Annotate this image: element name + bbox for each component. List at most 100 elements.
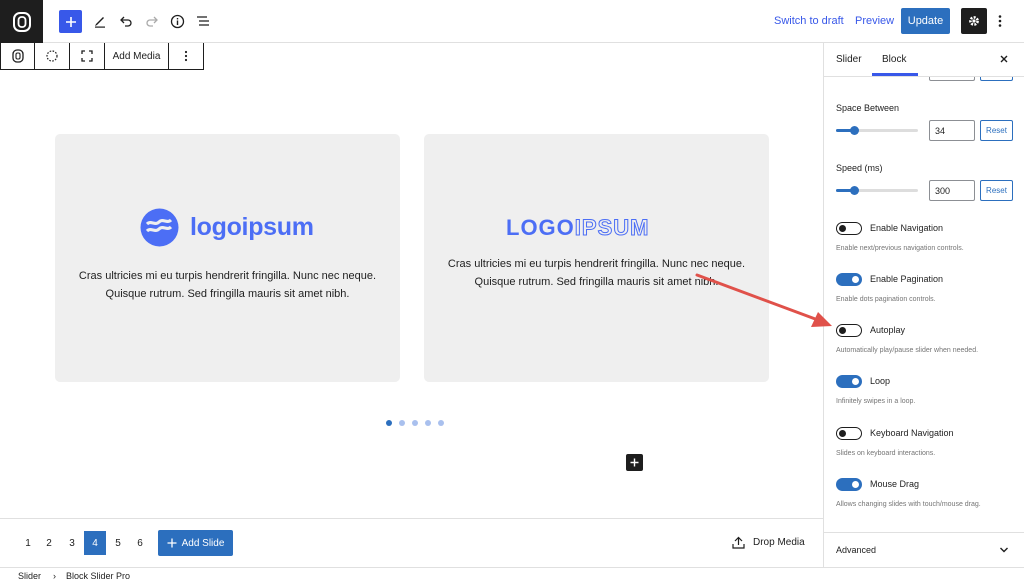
slide-page-1[interactable]: 1 (17, 531, 39, 555)
breadcrumb-item[interactable]: Slider (18, 571, 41, 581)
active-tab-indicator (872, 73, 918, 76)
logo-text-light: IPSUM (574, 215, 650, 241)
keyboard-navigation-label: Keyboard Navigation (870, 428, 954, 438)
mouse-drag-toggle[interactable] (836, 478, 862, 491)
drop-media-button[interactable]: Drop Media (732, 536, 805, 549)
slider-thumb[interactable] (850, 126, 859, 135)
upload-icon (732, 536, 745, 549)
more-vertical-icon (998, 15, 1002, 27)
speed-reset-button[interactable]: Reset (980, 180, 1013, 201)
space-between-label: Space Between (836, 103, 900, 113)
block-toolbar: Add Media (0, 43, 204, 70)
loop-label: Loop (870, 376, 891, 386)
fullscreen-button[interactable] (70, 43, 105, 69)
slide-page-6[interactable]: 6 (129, 531, 151, 555)
space-between-input[interactable]: 34 (929, 120, 975, 141)
options-button[interactable] (988, 9, 1012, 33)
add-block-button[interactable] (59, 10, 82, 33)
sidebar-tabs: Slider Block (824, 43, 1024, 77)
pagination-dot[interactable] (399, 420, 405, 426)
space-between-reset-button[interactable]: Reset (980, 120, 1013, 141)
slider-pagination-dots (386, 420, 451, 426)
slide-page-3[interactable]: 3 (61, 531, 83, 555)
add-slide-button[interactable]: Add Slide (158, 530, 233, 556)
slide-page-5[interactable]: 5 (107, 531, 129, 555)
block-type-button[interactable] (1, 43, 35, 69)
logo-text-dark: LOGO (506, 215, 575, 240)
add-block-inline-button[interactable] (626, 454, 643, 471)
enable-navigation-help: Enable next/previous navigation controls… (836, 245, 964, 252)
circle-button[interactable] (35, 43, 70, 69)
slide-page-2[interactable]: 2 (38, 531, 60, 555)
breadcrumb-item[interactable]: Block Slider Pro (66, 571, 130, 581)
preview-link[interactable]: Preview (855, 15, 894, 27)
undo-icon (120, 16, 132, 27)
slide-page-4[interactable]: 4 (84, 531, 106, 555)
wordpress-logo-icon[interactable] (0, 0, 43, 43)
advanced-label: Advanced (836, 545, 877, 555)
enable-pagination-toggle[interactable] (836, 273, 862, 286)
add-slide-label: Add Slide (181, 537, 225, 549)
advanced-panel-toggle[interactable]: Advanced (824, 532, 1024, 567)
plus-icon (167, 538, 177, 548)
slide-navigation-bar: 1 2 3 4 5 6 Add Slide Drop Media (0, 518, 824, 567)
slide-card[interactable]: LOGOIPSUM Cras ultricies mi eu turpis he… (424, 134, 769, 382)
switch-to-draft-link[interactable]: Switch to draft (774, 15, 844, 27)
slide-logo: LOGOIPSUM (506, 215, 649, 241)
slide-text-line1: Cras ultricies mi eu turpis hendrerit fr… (447, 258, 746, 270)
add-media-button[interactable]: Add Media (105, 43, 169, 69)
mouse-drag-help: Allows changing slides with touch/mouse … (836, 501, 981, 508)
details-button[interactable] (165, 9, 189, 33)
slider-block-icon (11, 49, 24, 63)
logo-text: logoipsum (190, 213, 314, 241)
autoplay-toggle[interactable] (836, 324, 862, 337)
tools-button[interactable] (88, 9, 112, 33)
slide-text-line2: Quisque rutrum. Sed fringilla mauris sit… (105, 288, 350, 300)
loop-help: Infinitely swipes in a loop. (836, 398, 916, 405)
list-view-icon (197, 16, 209, 26)
pagination-dot[interactable] (438, 420, 444, 426)
pagination-dot[interactable] (386, 420, 392, 426)
info-icon (170, 14, 184, 28)
tab-block[interactable]: Block (882, 54, 906, 65)
tab-slider[interactable]: Slider (836, 54, 862, 65)
pagination-dot[interactable] (412, 420, 418, 426)
slider-thumb[interactable] (850, 186, 859, 195)
breadcrumb: Slider › Block Slider Pro (0, 567, 1024, 584)
autoplay-help: Automatically play/pause slider when nee… (836, 347, 979, 354)
slide-card[interactable]: logoipsum Cras ultricies mi eu turpis he… (55, 134, 400, 382)
enable-pagination-help: Enable dots pagination controls. (836, 296, 936, 303)
pen-icon (95, 17, 105, 28)
gear-icon (969, 16, 979, 26)
update-button[interactable]: Update (901, 8, 950, 34)
scrolled-input (929, 77, 975, 81)
speed-slider[interactable] (836, 186, 918, 195)
plus-icon (630, 458, 639, 467)
logoipsum-logo-icon (140, 208, 179, 247)
pagination-dot[interactable] (425, 420, 431, 426)
undo-button[interactable] (114, 9, 138, 33)
enable-pagination-label: Enable Pagination (870, 274, 944, 284)
space-between-slider[interactable] (836, 126, 918, 135)
autoplay-label: Autoplay (870, 325, 906, 335)
list-view-button[interactable] (191, 9, 215, 33)
close-sidebar-button[interactable] (998, 52, 1010, 70)
drop-media-label: Drop Media (753, 537, 805, 548)
loop-toggle[interactable] (836, 375, 862, 388)
enable-navigation-label: Enable Navigation (870, 223, 944, 233)
scrolled-reset (980, 77, 1013, 81)
redo-icon (146, 16, 158, 27)
settings-button[interactable] (961, 8, 987, 34)
circle-dashed-icon (46, 50, 58, 62)
keyboard-navigation-toggle[interactable] (836, 427, 862, 440)
keyboard-navigation-help: Slides on keyboard interactions. (836, 450, 936, 457)
plus-icon (65, 16, 76, 27)
enable-navigation-toggle[interactable] (836, 222, 862, 235)
block-options-button[interactable] (169, 43, 203, 69)
fullscreen-icon (81, 50, 93, 62)
redo-button[interactable] (140, 9, 164, 33)
slide-text-line1: Cras ultricies mi eu turpis hendrerit fr… (78, 270, 377, 282)
slide-logo: logoipsum (139, 207, 314, 248)
add-media-label: Add Media (112, 50, 161, 62)
speed-input[interactable]: 300 (929, 180, 975, 201)
